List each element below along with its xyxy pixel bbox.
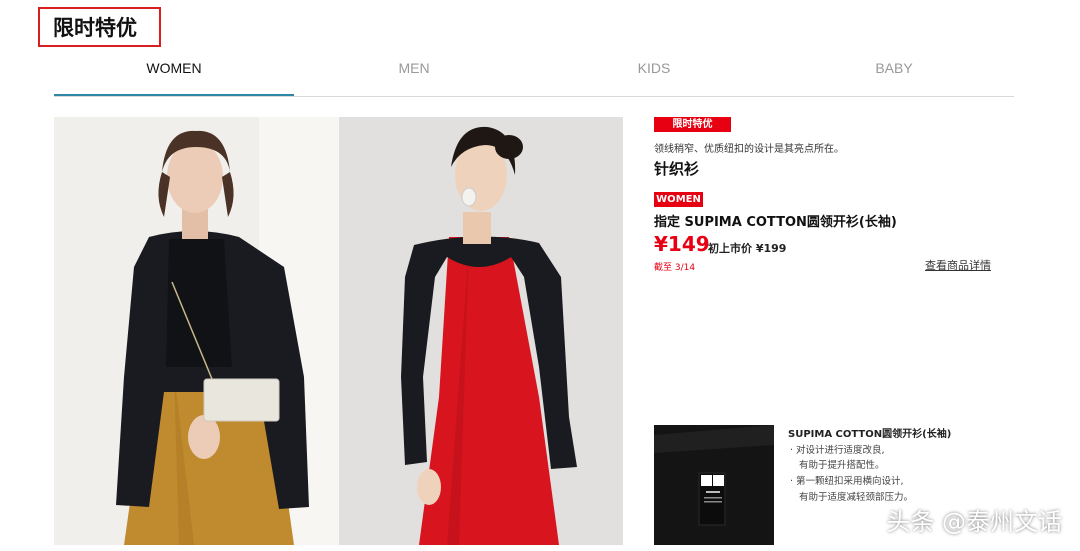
tab-baby[interactable]: BABY <box>774 56 1014 95</box>
model-2-illustration <box>339 117 623 545</box>
view-detail-link[interactable]: 查看商品详情 <box>925 257 991 273</box>
promo-category: 针织衫 <box>654 160 700 178</box>
model-1-illustration <box>54 117 339 545</box>
fabric-closeup <box>654 425 774 545</box>
product-photo-model-2[interactable] <box>339 117 623 545</box>
watermark: 头条 @泰州文话 <box>886 508 1062 536</box>
tab-kids[interactable]: KIDS <box>534 56 774 95</box>
detail-line-3: · 第一颗纽扣采用横向设计, <box>790 476 904 487</box>
tab-men[interactable]: MEN <box>294 56 534 95</box>
product-photo-model-1[interactable] <box>54 117 339 545</box>
fabric-label-thumbnail[interactable] <box>654 425 774 545</box>
product-name[interactable]: 指定 SUPIMA COTTON圆领开衫(长袖) <box>654 211 897 230</box>
detail-line-2: 有助于提升搭配性。 <box>799 460 885 471</box>
detail-line-1: · 对设计进行适度改良, <box>790 445 885 456</box>
product-price: ¥149 <box>654 232 710 256</box>
tab-women[interactable]: WOMEN <box>54 56 294 96</box>
deadline: 截至 3/14 <box>654 263 696 273</box>
category-tabs: WOMEN MEN KIDS BABY <box>54 56 1014 97</box>
original-price: 初上市价 ¥199 <box>708 242 787 255</box>
promo-badge: 限时特优 <box>654 117 731 132</box>
section-title: 限时特优 <box>38 7 161 47</box>
promo-description: 领线稍窄、优质纽扣的设计是其亮点所在。 <box>654 144 844 155</box>
detail-title: SUPIMA COTTON圆领开衫(长袖) <box>788 429 952 440</box>
detail-line-4: 有助于适度减轻颈部压力。 <box>799 492 914 503</box>
gender-tag: WOMEN <box>654 192 703 207</box>
